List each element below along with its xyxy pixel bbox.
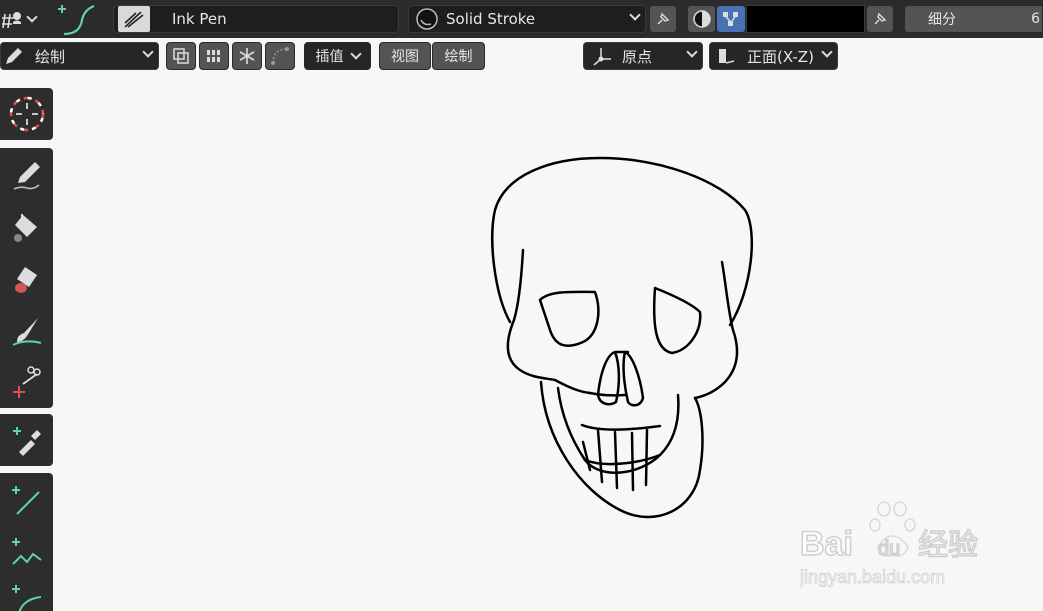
plane-selector[interactable]: 正面(X-Z) [709,42,838,70]
pin-icon [657,12,670,25]
interpolate-menu[interactable]: 插值 [304,42,371,70]
eraser-icon [14,266,37,293]
freeze-button[interactable] [232,42,262,70]
draw-menu[interactable]: 绘制 [432,42,485,70]
pen-brush-icon [118,6,150,32]
view-menu[interactable]: 视图 [379,42,431,70]
origin-icon [593,48,611,66]
multiframe-button[interactable] [199,42,229,70]
vertex-color-icon [723,12,738,26]
mode-label: 绘制 [35,47,66,66]
subdivide-value: 6 [1031,11,1040,27]
vertex-color-toggle[interactable] [716,5,746,33]
fill-tool[interactable] [0,200,53,253]
baidu-watermark: Bai du 经验 jingyan.baidu.com [799,495,1000,590]
svg-text:经验: 经验 [918,528,978,563]
origin-label: 原点 [622,47,653,66]
multiframe-icon [206,50,222,62]
curve-icon [271,47,289,65]
bucket-icon [13,213,37,242]
arc-tool[interactable] [0,577,53,611]
line-tool[interactable] [0,473,53,526]
brush-selector[interactable]: Ink Pen [113,5,399,33]
draw-label: 绘制 [444,49,473,65]
brush-settings-icon [2,12,21,29]
skull-drawing [491,156,754,519]
plane-icon [719,49,735,64]
subdivide-field[interactable]: 细分 6 [904,5,1043,33]
material-name: Solid Stroke [446,10,536,28]
subdivide-label: 细分 [928,12,956,28]
mode-selector[interactable]: 绘制 [0,42,159,70]
erase-tool[interactable] [0,252,53,305]
plane-label: 正面(X-Z) [747,47,814,66]
pin-icon [874,12,887,25]
baidu-paw-logo: Bai du 经验 jingyan.baidu.com [799,501,979,587]
color-swatch[interactable] [746,5,865,33]
scissors-icon [12,366,41,398]
svg-text:jingyan.baidu.com: jingyan.baidu.com [800,567,945,587]
pin-material-button[interactable] [649,5,677,33]
stroke-placement-icon[interactable] [52,0,98,38]
pencil-icon [13,161,40,190]
brush-name: Ink Pen [172,10,227,28]
draw-tool[interactable] [0,148,53,201]
polyline-tool[interactable] [0,525,53,578]
overlay-button[interactable] [166,42,196,70]
pin-color-button[interactable] [866,5,894,33]
arc-icon [11,585,41,611]
curve-button[interactable] [265,42,295,70]
view-label: 视图 [391,49,419,65]
color-mode-icon [692,10,711,28]
cursor-icon [9,96,44,132]
tool-settings-bar: 绘制 插值 视图 绘制 原点 正面(X-Z) [0,40,1043,74]
brush-icon [12,317,41,346]
cursor-tool[interactable] [0,88,53,140]
material-icon [416,8,438,30]
brush-preset-dropdown[interactable] [0,4,42,34]
interpolate-label: 插值 [315,49,344,65]
material-selector[interactable]: Solid Stroke [408,5,646,33]
color-mode-toggle[interactable] [687,5,716,33]
svg-text:du: du [878,538,900,560]
cutter-tool[interactable] [0,356,53,408]
eyedropper-tool[interactable] [0,414,53,466]
snowflake-icon [239,48,255,64]
pencil-icon [6,48,22,64]
header-toolbar: Ink Pen Solid Stroke 细分 6 [0,0,1043,38]
line-icon [11,485,40,515]
svg-text:Bai: Bai [800,525,853,563]
tint-tool[interactable] [0,304,53,357]
polyline-icon [11,537,42,565]
layers-icon [173,48,189,64]
eyedropper-icon [12,427,41,456]
origin-selector[interactable]: 原点 [583,42,703,70]
